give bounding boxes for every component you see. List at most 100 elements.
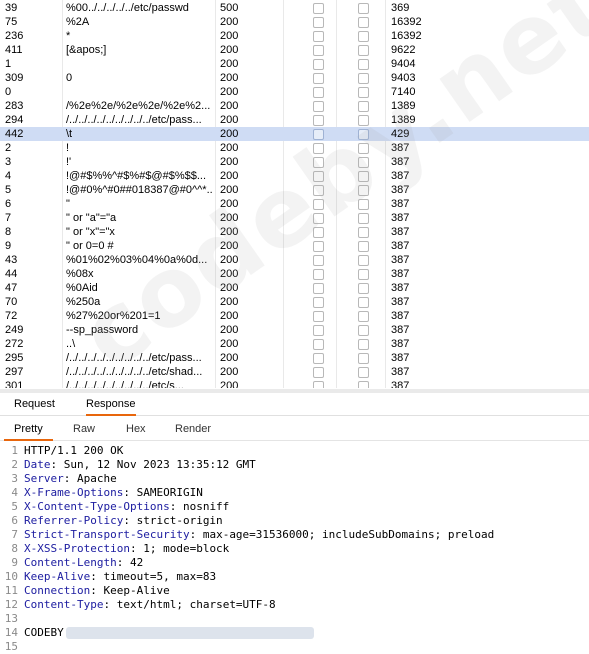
timeout-checkbox[interactable] (358, 17, 369, 28)
table-row[interactable]: 236 * 200 16392 (0, 29, 589, 43)
request-id: 295 (5, 352, 24, 364)
table-row[interactable]: 5 !@#0%^#0##018387@#0^^*... 200 387 (0, 183, 589, 197)
table-row[interactable]: 0 200 7140 (0, 85, 589, 99)
request-id: 301 (5, 380, 24, 388)
error-checkbox[interactable] (313, 157, 324, 168)
table-row[interactable]: 72 %27%20or%201=1 200 387 (0, 309, 589, 323)
error-checkbox[interactable] (313, 255, 324, 266)
error-checkbox[interactable] (313, 143, 324, 154)
error-checkbox[interactable] (313, 185, 324, 196)
error-checkbox[interactable] (313, 115, 324, 126)
error-checkbox[interactable] (313, 3, 324, 14)
timeout-checkbox[interactable] (358, 143, 369, 154)
error-checkbox[interactable] (313, 227, 324, 238)
timeout-checkbox[interactable] (358, 3, 369, 14)
error-checkbox[interactable] (313, 59, 324, 70)
tab-raw[interactable]: Raw (73, 418, 95, 439)
timeout-checkbox[interactable] (358, 213, 369, 224)
timeout-checkbox[interactable] (358, 171, 369, 182)
request-id: 297 (5, 366, 24, 378)
error-checkbox[interactable] (313, 171, 324, 182)
table-row[interactable]: 75 %2A 200 16392 (0, 15, 589, 29)
timeout-checkbox[interactable] (358, 157, 369, 168)
timeout-checkbox[interactable] (358, 185, 369, 196)
error-checkbox[interactable] (313, 311, 324, 322)
timeout-checkbox[interactable] (358, 311, 369, 322)
response-length: 7140 (391, 86, 416, 98)
error-checkbox[interactable] (313, 297, 324, 308)
table-row[interactable]: 283 /%2e%2e/%2e%2e/%2e%2... 200 1389 (0, 99, 589, 113)
error-checkbox[interactable] (313, 339, 324, 350)
timeout-checkbox[interactable] (358, 367, 369, 378)
table-row[interactable]: 9 " or 0=0 # 200 387 (0, 239, 589, 253)
table-row[interactable]: 249 --sp_password 200 387 (0, 323, 589, 337)
response-editor[interactable]: 1 HTTP/1.1 200 OK 2 Date: Sun, 12 Nov 2023 … (0, 441, 589, 653)
table-row[interactable]: 39 %00../../../../../etc/passwd 500 369 (0, 1, 589, 15)
error-checkbox[interactable] (313, 325, 324, 336)
timeout-checkbox[interactable] (358, 87, 369, 98)
table-row[interactable]: 8 " or "x"="x 200 387 (0, 225, 589, 239)
timeout-checkbox[interactable] (358, 227, 369, 238)
results-table[interactable]: 39 %00../../../../../etc/passwd 500 369 75 %2… (0, 0, 589, 388)
payload: " or "x"="x (66, 226, 115, 238)
tab-hex[interactable]: Hex (126, 418, 146, 439)
error-checkbox[interactable] (313, 367, 324, 378)
timeout-checkbox[interactable] (358, 73, 369, 84)
timeout-checkbox[interactable] (358, 199, 369, 210)
timeout-checkbox[interactable] (358, 353, 369, 364)
error-checkbox[interactable] (313, 269, 324, 280)
table-row[interactable]: 3 !' 200 387 (0, 155, 589, 169)
timeout-checkbox[interactable] (358, 297, 369, 308)
tab-pretty[interactable]: Pretty (4, 418, 53, 441)
table-row[interactable]: 44 %08x 200 387 (0, 267, 589, 281)
timeout-checkbox[interactable] (358, 283, 369, 294)
timeout-checkbox[interactable] (358, 101, 369, 112)
table-row[interactable]: 43 %01%02%03%04%0a%0d... 200 387 (0, 253, 589, 267)
table-row[interactable]: 272 ..\ 200 387 (0, 337, 589, 351)
error-checkbox[interactable] (313, 199, 324, 210)
timeout-checkbox[interactable] (358, 381, 369, 388)
error-checkbox[interactable] (313, 87, 324, 98)
timeout-checkbox[interactable] (358, 45, 369, 56)
error-checkbox[interactable] (313, 17, 324, 28)
timeout-checkbox[interactable] (358, 255, 369, 266)
table-row[interactable]: 4 !@#$%%^#$%#$@#$%$$... 200 387 (0, 169, 589, 183)
response-length: 9622 (391, 44, 416, 56)
table-row[interactable]: 294 /../../../../../../../../../etc/pass.… (0, 113, 589, 127)
error-checkbox[interactable] (313, 45, 324, 56)
request-id: 47 (5, 282, 18, 294)
tab-request[interactable]: Request (14, 393, 55, 414)
table-row[interactable]: 411 [&apos;] 200 9622 (0, 43, 589, 57)
table-row[interactable]: 309 0 200 9403 (0, 71, 589, 85)
table-row[interactable]: 1 200 9404 (0, 57, 589, 71)
error-checkbox[interactable] (313, 241, 324, 252)
table-row[interactable]: 47 %0Aid 200 387 (0, 281, 589, 295)
timeout-checkbox[interactable] (358, 325, 369, 336)
error-checkbox[interactable] (313, 101, 324, 112)
timeout-checkbox[interactable] (358, 339, 369, 350)
table-row[interactable]: 295 /../../../../../../../../../etc/pass.… (0, 351, 589, 365)
timeout-checkbox[interactable] (358, 269, 369, 280)
tab-response[interactable]: Response (86, 393, 136, 416)
table-row[interactable]: 7 " or "a"="a 200 387 (0, 211, 589, 225)
timeout-checkbox[interactable] (358, 241, 369, 252)
table-row[interactable]: 301 /../../../../../../../../../etc/s... 2… (0, 379, 589, 388)
error-checkbox[interactable] (313, 73, 324, 84)
error-checkbox[interactable] (313, 213, 324, 224)
timeout-checkbox[interactable] (358, 129, 369, 140)
error-checkbox[interactable] (313, 31, 324, 42)
tab-render[interactable]: Render (175, 418, 211, 439)
error-checkbox[interactable] (313, 353, 324, 364)
table-row[interactable]: 2! 200 387 (0, 141, 589, 155)
table-row[interactable]: 6 " 200 387 (0, 197, 589, 211)
timeout-checkbox[interactable] (358, 115, 369, 126)
timeout-checkbox[interactable] (358, 31, 369, 42)
error-checkbox[interactable] (313, 381, 324, 388)
payload: --sp_password (66, 324, 139, 336)
timeout-checkbox[interactable] (358, 59, 369, 70)
table-row[interactable]: 297 /../../../../../../../../../etc/shad.… (0, 365, 589, 379)
error-checkbox[interactable] (313, 283, 324, 294)
error-checkbox[interactable] (313, 129, 324, 140)
table-row[interactable]: 70 %250a 200 387 (0, 295, 589, 309)
table-row[interactable]: 442 \t 200 429 (0, 127, 589, 141)
